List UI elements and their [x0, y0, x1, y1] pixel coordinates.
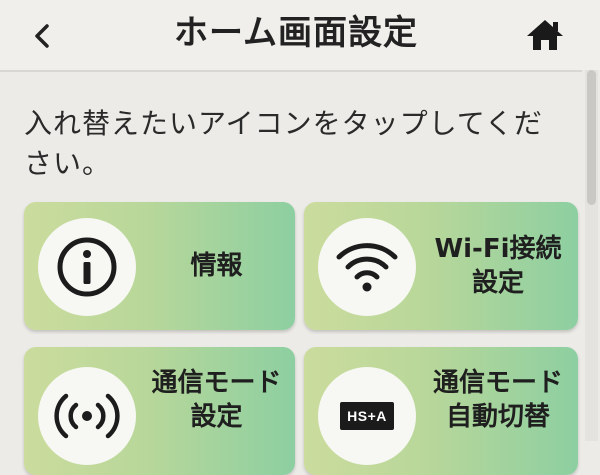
info-icon — [57, 237, 117, 297]
tile-wifi-settings[interactable]: Wi-Fi接続 設定 — [304, 202, 578, 330]
tile-label: 通信モード 設定 — [151, 368, 282, 432]
scrollbar-thumb[interactable] — [587, 70, 596, 205]
wifi-icon — [336, 243, 398, 292]
instruction-text: 入れ替えたいアイコンをタップしてください。 — [24, 107, 543, 180]
tile-label: 情報 — [190, 251, 243, 281]
broadcast-icon — [54, 393, 120, 439]
tile-info[interactable]: 情報 — [24, 202, 295, 330]
tile-label: 通信モード 自動切替 — [432, 368, 563, 432]
home-icon — [527, 20, 563, 50]
tile-comm-mode-settings[interactable]: 通信モード 設定 — [24, 347, 295, 475]
back-button[interactable] — [20, 14, 64, 58]
hs-a-icon: HS+A — [340, 402, 394, 430]
tile-label: Wi-Fi接続 設定 — [434, 234, 562, 298]
header-divider — [0, 70, 582, 72]
tile-icon-circle: HS+A — [318, 367, 416, 465]
chevron-left-icon — [35, 24, 49, 48]
home-button[interactable] — [520, 12, 570, 58]
tile-icon-circle — [38, 367, 136, 465]
page-title: ホーム画面設定 — [174, 13, 418, 53]
tile-icon-circle — [318, 218, 416, 316]
tile-comm-mode-auto-switch[interactable]: HS+A 通信モード 自動切替 — [304, 347, 578, 475]
tile-icon-circle — [38, 218, 136, 316]
